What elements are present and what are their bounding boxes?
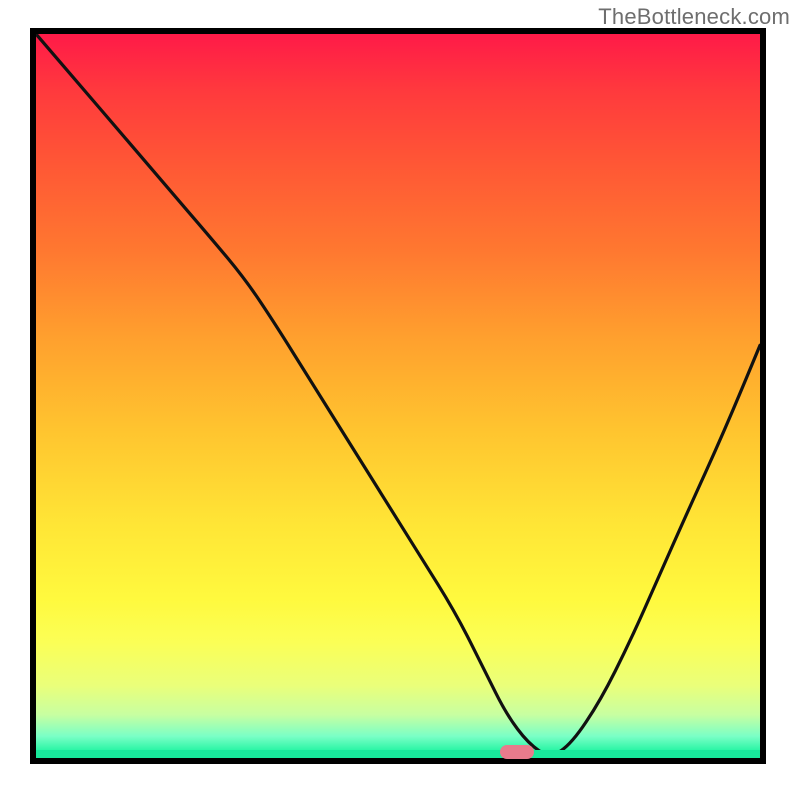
baseline-bar (36, 750, 760, 758)
recommended-marker (500, 745, 534, 759)
chart-frame (30, 28, 766, 764)
watermark-text: TheBottleneck.com (598, 4, 790, 30)
bottleneck-curve (36, 34, 760, 758)
chart-plot-area (36, 34, 760, 758)
